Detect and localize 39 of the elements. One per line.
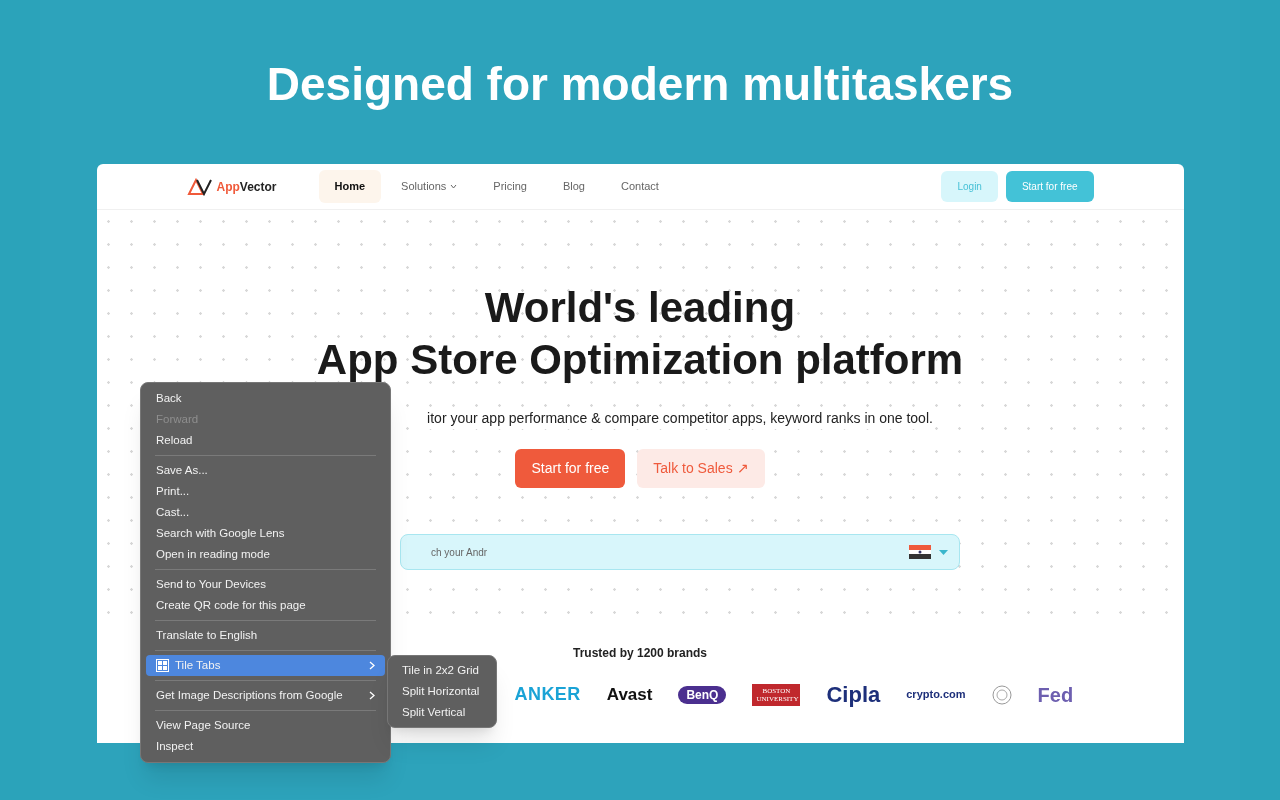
- menu-item[interactable]: Tile Tabs: [146, 655, 385, 676]
- hero-heading: World's leading: [484, 283, 796, 333]
- logo-text: AppVector: [216, 178, 277, 196]
- logo-icon: [186, 177, 213, 196]
- flag-icon: [909, 545, 931, 559]
- menu-item[interactable]: Save As...: [146, 460, 385, 481]
- submenu-item[interactable]: Tile in 2x2 Grid: [392, 660, 492, 681]
- menu-item[interactable]: Send to Your Devices: [146, 574, 385, 595]
- nav-link[interactable]: Solutions: [385, 170, 474, 203]
- menu-item[interactable]: Get Image Descriptions from Google: [146, 685, 385, 706]
- menu-item[interactable]: Open in reading mode: [146, 544, 385, 565]
- nav-link[interactable]: Home: [318, 170, 382, 203]
- menu-item[interactable]: Back: [146, 388, 385, 409]
- seal-icon: [991, 684, 1012, 705]
- nav-link[interactable]: Pricing: [477, 170, 543, 203]
- brand-logo: Avast: [606, 683, 653, 706]
- menu-item[interactable]: Create QR code for this page: [146, 595, 385, 616]
- start-free-button[interactable]: Start for free: [515, 449, 626, 488]
- trusted-text: Trusted by 1200 brands: [572, 645, 708, 662]
- brand-logo: BenQ: [678, 685, 727, 704]
- brand-logo: crypto.com: [906, 687, 966, 703]
- menu-item[interactable]: Translate to English: [146, 625, 385, 646]
- submenu-item[interactable]: Split Vertical: [392, 702, 492, 723]
- menu-item[interactable]: Inspect: [146, 736, 385, 757]
- menu-item[interactable]: Reload: [146, 430, 385, 451]
- search-field[interactable]: ch your Andr: [400, 534, 960, 570]
- menu-item[interactable]: View Page Source: [146, 715, 385, 736]
- menu-item[interactable]: Cast...: [146, 502, 385, 523]
- hero-heading: App Store Optimization platform: [316, 335, 964, 385]
- brand-logo: Fed: [1037, 682, 1074, 708]
- caret-icon: [939, 549, 948, 555]
- brand-logo: ANKER: [514, 683, 581, 706]
- submenu-item[interactable]: Split Horizontal: [392, 681, 492, 702]
- menu-item[interactable]: Print...: [146, 481, 385, 502]
- menu-item[interactable]: Search with Google Lens: [146, 523, 385, 544]
- headline: Designed for modern multitaskers: [266, 57, 1014, 112]
- nav-link[interactable]: Contact: [605, 170, 675, 203]
- brand-logo: Cipla: [826, 681, 881, 709]
- nav-link[interactable]: Blog: [546, 170, 601, 203]
